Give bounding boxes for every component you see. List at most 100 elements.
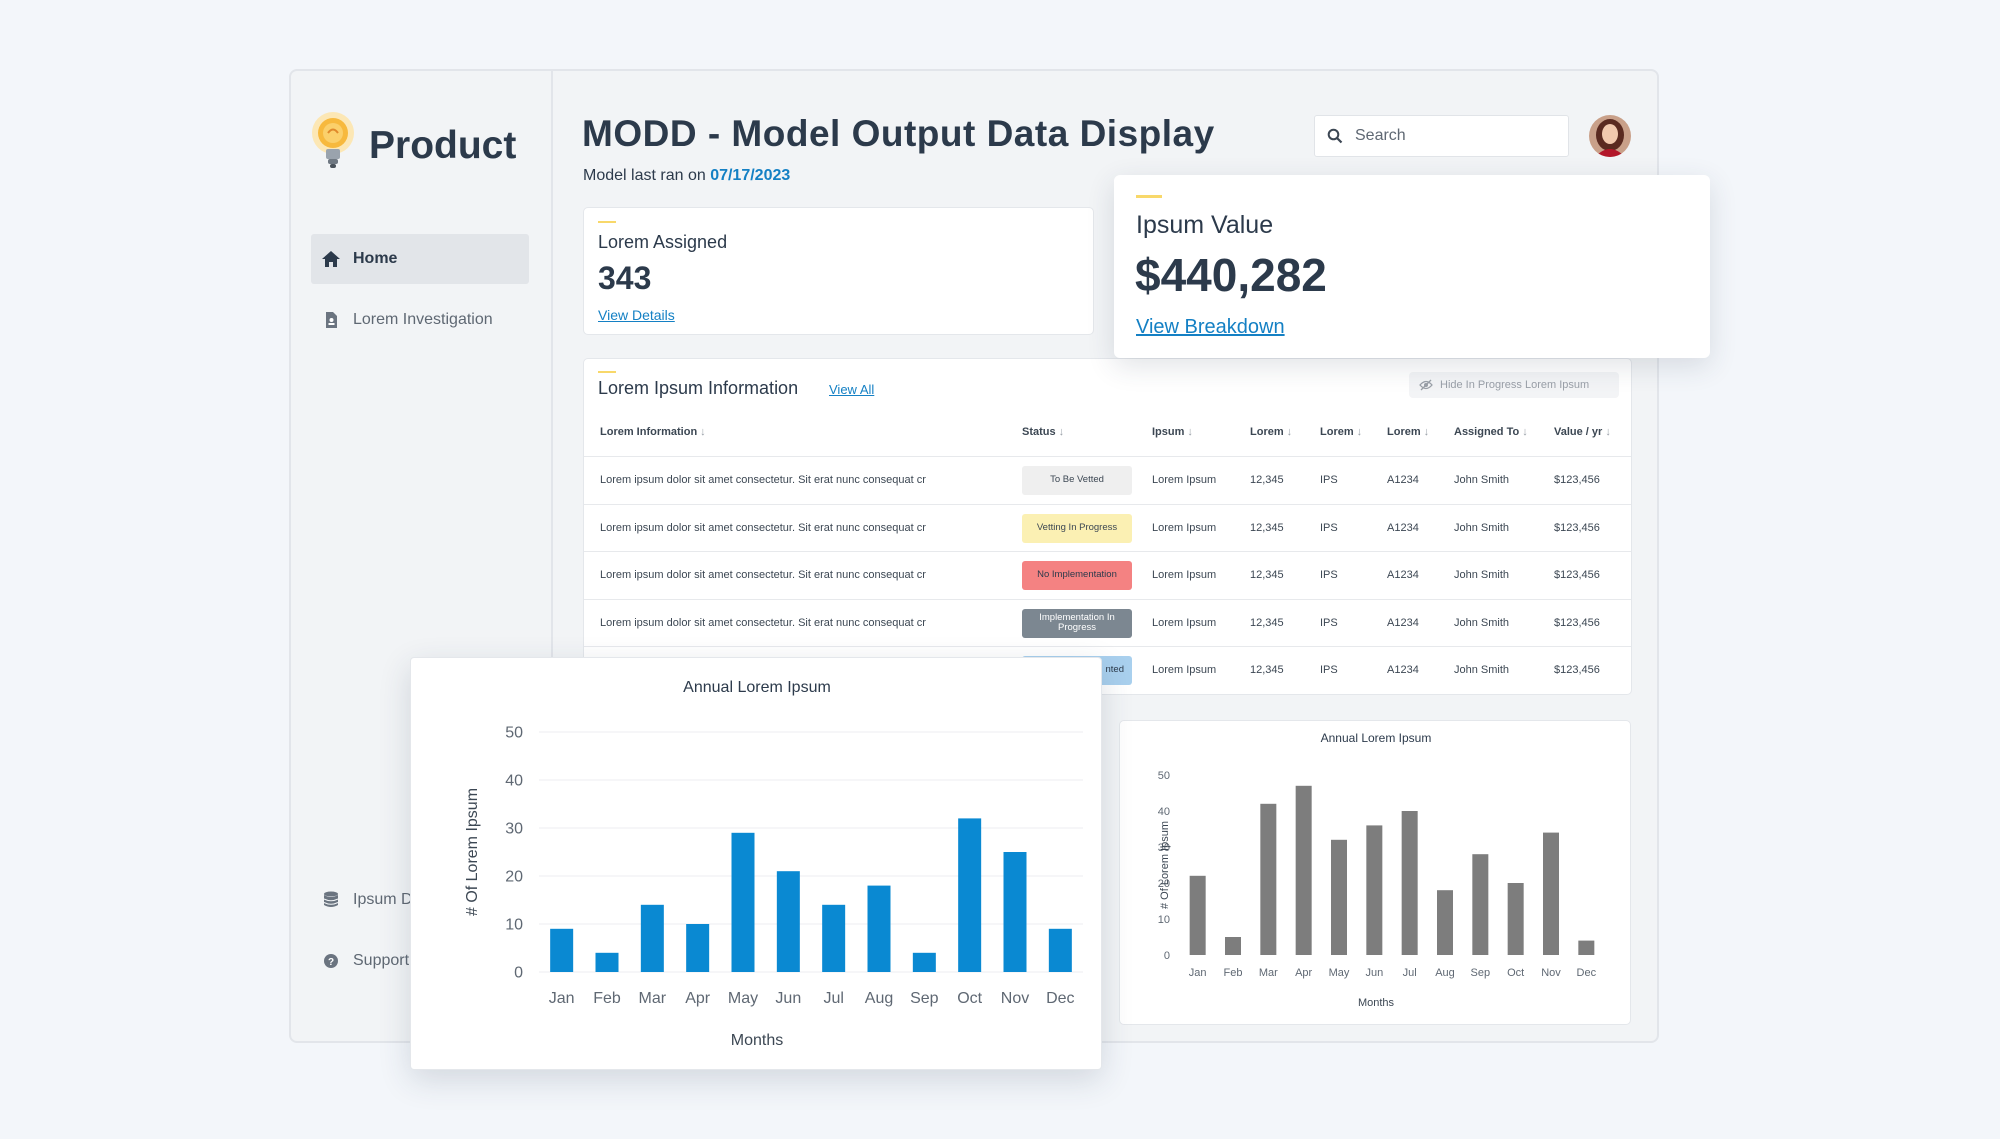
y-tick-label: 20 (505, 869, 523, 886)
bar (1295, 785, 1312, 955)
x-tick-label: Oct (1507, 967, 1524, 979)
chart-annual-small-plot: Annual Lorem Ipsum01020304050Jan Feb Mar Ap… (1158, 731, 1597, 1009)
cell-value-yr: $123,456 (1554, 616, 1600, 629)
chart-title: Annual Lorem Ipsum (1321, 731, 1432, 745)
cell-lorem-3: A1234 (1387, 664, 1419, 676)
cell-lorem-2: IPS (1320, 569, 1338, 581)
bar (958, 818, 982, 972)
bar (776, 871, 800, 972)
x-tick-label: Jun (775, 990, 801, 1007)
search-placeholder: Search (1355, 127, 1406, 144)
bar (640, 904, 664, 972)
sidebar-item-label: Ipsum D (353, 891, 413, 908)
card-value: 343 (598, 260, 652, 296)
column-header-lorem-2[interactable]: Lorem ↓ (1320, 426, 1362, 438)
sidebar-item-lorem-investigation[interactable]: Lorem Investigation (311, 295, 529, 345)
last-run-prefix: Model last ran on (583, 167, 706, 184)
cell-lorem-1: 12,345 (1250, 474, 1284, 486)
page-title: MODD - Model Output Data Display (582, 113, 1215, 154)
table-row[interactable]: Lorem ipsum dolor sit amet consectetur. … (584, 456, 1631, 503)
cell-lorem-3: A1234 (1387, 521, 1419, 534)
cell-lorem-information: Lorem ipsum dolor sit amet consectetur. … (600, 521, 926, 534)
database-icon (321, 890, 341, 910)
x-axis-label: Months (1358, 997, 1395, 1009)
search-input[interactable]: Search (1314, 115, 1569, 157)
x-tick-label: Nov (1001, 990, 1029, 1007)
y-tick-label: 0 (514, 965, 523, 982)
bar (1225, 937, 1241, 955)
search-icon (1327, 128, 1343, 144)
lightbulb-icon (312, 112, 354, 168)
x-tick-label: Jan (1189, 967, 1207, 979)
cell-ipsum: Lorem Ipsum (1152, 616, 1217, 629)
lorem-assigned-card: Lorem Assigned 343 View Details (583, 207, 1094, 335)
column-header-lorem-1[interactable]: Lorem ↓ (1250, 426, 1292, 438)
view-details-link[interactable]: View Details (598, 307, 675, 323)
ipsum-value-card: Ipsum Value $440,282 View Breakdown (1114, 175, 1710, 358)
cell-lorem-1: 12,345 (1250, 664, 1284, 676)
bar (1401, 811, 1418, 955)
y-tick-label: 0 (1164, 950, 1170, 962)
y-tick-label: 30 (505, 821, 523, 838)
column-header-assigned-to[interactable]: Assigned To ↓ (1454, 426, 1528, 438)
y-axis-label: # Of Lorem Ipsum (1159, 821, 1171, 909)
cell-lorem-3: A1234 (1387, 616, 1419, 629)
table-row[interactable]: Lorem ipsum dolor sit amet consectetur. … (584, 503, 1631, 551)
column-header-lorem-3[interactable]: Lorem ↓ (1387, 426, 1429, 438)
cell-value-yr: $123,456 (1554, 569, 1600, 581)
hide-in-progress-button[interactable]: Hide In Progress Lorem Ipsum (1409, 372, 1619, 398)
cell-lorem-information: Lorem ipsum dolor sit amet consectetur. … (600, 474, 926, 486)
x-tick-label: Jul (1403, 967, 1417, 979)
x-tick-label: Aug (865, 990, 893, 1007)
cell-ipsum: Lorem Ipsum (1152, 569, 1217, 581)
cell-lorem-2: IPS (1320, 521, 1338, 534)
chart-title: Annual Lorem Ipsum (683, 679, 831, 696)
table-row[interactable]: Lorem ipsum dolor sit amet consectetur. … (584, 551, 1631, 598)
sidebar-item-label: Lorem Investigation (353, 311, 493, 328)
cell-assigned-to: John Smith (1454, 521, 1510, 534)
bar (686, 924, 710, 972)
cell-lorem-2: IPS (1320, 616, 1338, 629)
last-run-date: 07/17/2023 (710, 167, 791, 184)
column-header-ipsum[interactable]: Ipsum ↓ (1152, 426, 1193, 438)
cell-assigned-to: John Smith (1454, 474, 1510, 486)
column-header-value-yr[interactable]: Value / yr ↓ (1554, 426, 1611, 438)
eye-slash-icon (1419, 379, 1433, 391)
view-breakdown-link[interactable]: View Breakdown (1136, 316, 1285, 339)
sidebar-item-label: Home (353, 250, 398, 267)
cell-lorem-2: IPS (1320, 474, 1338, 486)
chart-annual-small: Annual Lorem Ipsum 0 10 20 30 40 50 Jan Feb Mar Ap… (1119, 720, 1631, 1025)
x-tick-label: Nov (1541, 967, 1561, 979)
column-header-lorem-information[interactable]: Lorem Information ↓ (600, 426, 706, 438)
y-tick-label: 10 (505, 917, 523, 934)
chart-annual-large-plot: Annual Lorem Ipsum 0 10 20 30 40 50 Jan Feb Mar Ap… (464, 679, 1083, 1049)
x-tick-label: Jan (549, 990, 575, 1007)
table-row[interactable]: Lorem ipsum dolor sit amet consectetur. … (584, 598, 1631, 646)
view-all-link[interactable]: View All (829, 382, 874, 397)
cell-ipsum: Lorem Ipsum (1152, 474, 1217, 486)
bar (1543, 832, 1559, 955)
x-tick-label: Feb (1224, 967, 1243, 979)
card-label: Lorem Assigned (598, 232, 728, 252)
status-badge: No Implementation (1022, 561, 1132, 590)
logo: Product (309, 111, 516, 173)
cell-assigned-to: John Smith (1454, 664, 1510, 676)
cell-ipsum: Lorem Ipsum (1152, 521, 1217, 534)
avatar[interactable] (1589, 115, 1631, 157)
bar (1578, 940, 1595, 955)
x-tick-label: Jul (823, 990, 843, 1007)
x-tick-label: Dec (1046, 990, 1074, 1007)
bar (912, 952, 936, 972)
card-value: $440,282 (1135, 249, 1327, 301)
sidebar-item-home[interactable]: Home (311, 234, 529, 284)
card-accent (598, 221, 616, 223)
y-tick-label: 40 (505, 773, 523, 790)
help-icon: ? (321, 951, 341, 971)
bar (1331, 839, 1347, 955)
bar (1366, 825, 1383, 955)
column-header-status[interactable]: Status ↓ (1022, 426, 1064, 438)
cell-lorem-1: 12,345 (1250, 616, 1284, 629)
last-run-text: Model last ran on 07/17/2023 (583, 167, 790, 185)
y-tick-label: 40 (1158, 806, 1170, 818)
bar (1260, 803, 1277, 955)
